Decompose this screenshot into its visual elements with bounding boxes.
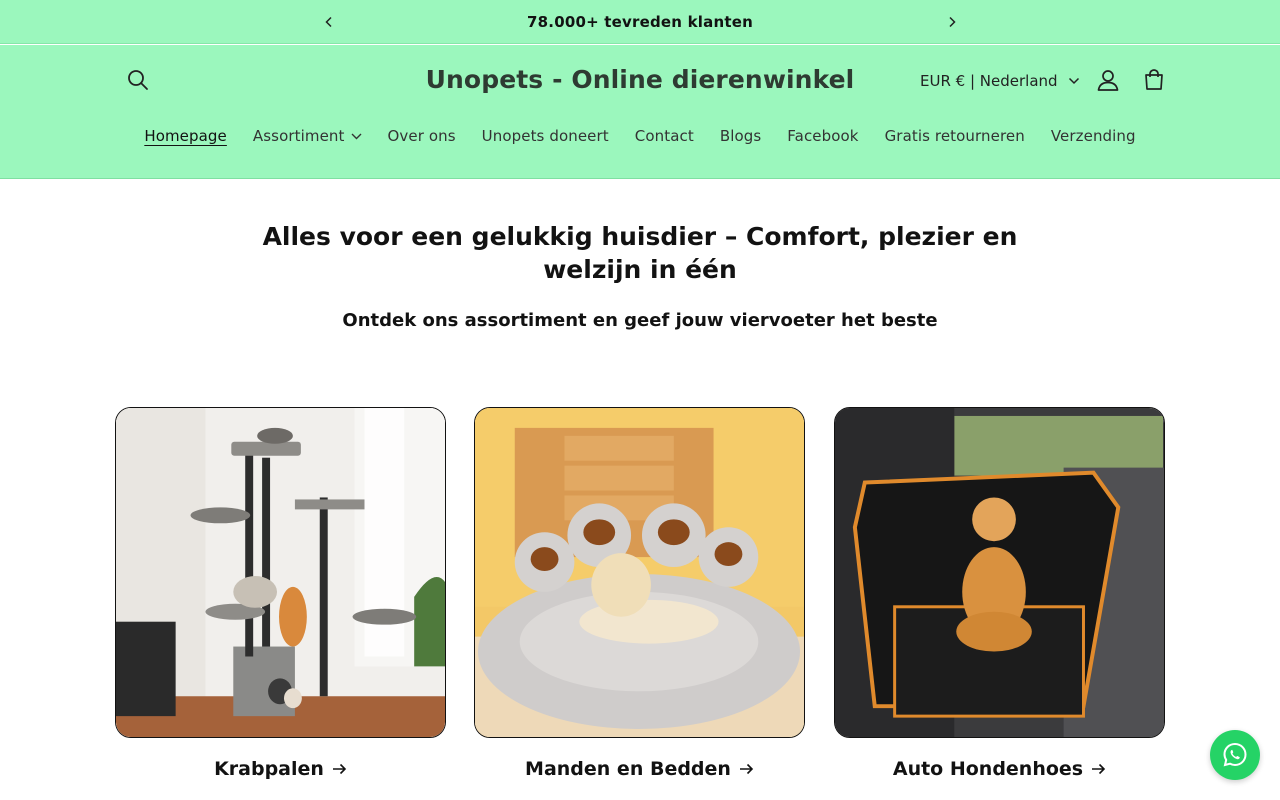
nav-label: Homepage — [144, 127, 227, 145]
nav-item-gratis-retourneren[interactable]: Gratis retourneren — [872, 125, 1038, 147]
announcement-text: 78.000+ tevreden klanten — [527, 13, 753, 31]
nav-item-homepage[interactable]: Homepage — [131, 125, 240, 147]
currency-label: EUR € | Nederland — [920, 72, 1058, 90]
collection-title[interactable]: Auto Hondenhoes — [834, 758, 1165, 780]
site-logo[interactable]: Unopets - Online dierenwinkel — [0, 65, 1280, 94]
nav-label: Over ons — [387, 127, 456, 145]
nav-item-facebook[interactable]: Facebook — [774, 125, 871, 147]
cat-tree-image[interactable] — [115, 407, 446, 738]
hero-title: Alles voor een gelukkig huisdier – Comfo… — [262, 222, 1018, 284]
nav-label: Contact — [634, 127, 694, 145]
dog-bed-image[interactable] — [474, 407, 805, 738]
nav-label: Gratis retourneren — [884, 127, 1025, 145]
nav-label: Facebook — [787, 127, 859, 145]
nav-item-assortiment[interactable]: Assortiment — [240, 125, 375, 147]
collection-card-krabpalen[interactable]: Krabpalen — [115, 407, 446, 780]
user-icon[interactable] — [1094, 66, 1122, 94]
chevron-down-icon — [351, 133, 361, 139]
nav-item-verzending[interactable]: Verzending — [1038, 125, 1149, 147]
car-seat-cover-image[interactable] — [834, 407, 1165, 738]
announcement-bar: 78.000+ tevreden klanten — [0, 0, 1280, 44]
nav-label: Unopets doneert — [481, 127, 609, 145]
arrow-right-icon — [1092, 763, 1106, 775]
collection-label: Manden en Bedden — [525, 758, 731, 780]
collection-card-manden-en-bedden[interactable]: Manden en Bedden — [474, 407, 805, 780]
collection-title[interactable]: Krabpalen — [115, 758, 446, 780]
arrow-right-icon — [739, 763, 754, 775]
collection-label: Krabpalen — [214, 758, 324, 780]
nav-label: Assortiment — [252, 127, 345, 145]
nav-item-blogs[interactable]: Blogs — [707, 125, 774, 147]
main-navigation: Homepage Assortiment Over ons Unopets do… — [0, 125, 1280, 147]
currency-selector[interactable]: EUR € | Nederland — [920, 69, 1080, 93]
whatsapp-icon[interactable] — [1210, 730, 1260, 780]
nav-item-contact[interactable]: Contact — [622, 125, 707, 147]
site-header: Unopets - Online dierenwinkel EUR € | Ne… — [0, 45, 1280, 179]
cart-icon[interactable] — [1140, 66, 1168, 94]
nav-item-over-ons[interactable]: Over ons — [375, 125, 469, 147]
collection-title[interactable]: Manden en Bedden — [474, 758, 805, 780]
chevron-right-icon[interactable] — [940, 10, 964, 34]
nav-label: Verzending — [1050, 127, 1136, 145]
chevron-down-icon — [1068, 77, 1079, 85]
collection-card-auto-hondenhoes[interactable]: Auto Hondenhoes — [834, 407, 1165, 780]
collection-label: Auto Hondenhoes — [892, 758, 1084, 780]
arrow-right-icon — [332, 763, 347, 775]
nav-label: Blogs — [719, 127, 762, 145]
hero-subtitle: Ontdek ons assortiment en geef jouw vier… — [342, 310, 938, 331]
nav-item-unopets-doneert[interactable]: Unopets doneert — [469, 125, 622, 147]
